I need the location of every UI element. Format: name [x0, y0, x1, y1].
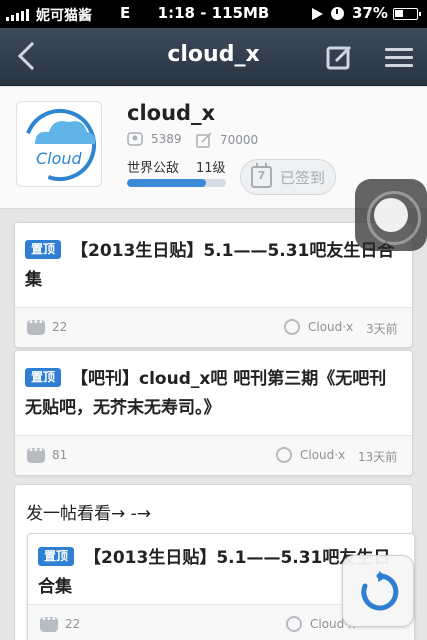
checkin-button[interactable]: 7 已签到 — [240, 159, 336, 195]
pinned-badge: 置顶 — [38, 547, 75, 566]
thread-title: 【2013生日贴】5.1——5.31吧友生日合集 — [25, 241, 395, 290]
reply-count: 22 — [52, 320, 68, 334]
posts-value: 70000 — [220, 133, 259, 147]
members-value: 5389 — [151, 132, 182, 146]
thread-meta: 22 Cloud·x 3天前 — [15, 307, 412, 347]
posts-icon — [196, 132, 212, 148]
post-count: 70000 — [196, 132, 258, 148]
level-title: 世界公敌 — [127, 161, 180, 176]
level-progress-bar — [127, 179, 226, 187]
author-icon — [284, 319, 300, 335]
pinned-badge: 置顶 — [25, 368, 62, 387]
compose-icon[interactable] — [322, 40, 356, 74]
reply-icon — [40, 614, 58, 632]
play-icon — [312, 8, 323, 20]
battery-icon — [393, 8, 421, 20]
refresh-icon — [361, 571, 399, 611]
members-icon — [127, 132, 143, 146]
post-time: 13天前 — [358, 450, 398, 464]
pinned-badge: 置顶 — [25, 240, 62, 259]
post-time: 3天前 — [366, 322, 398, 336]
level-progress-fill — [127, 179, 207, 187]
calendar-icon: 7 — [251, 163, 272, 188]
thread-title: 【吧刊】cloud_x吧 吧刊第三期《无吧刊无贴吧，无芥末无寿司。》 — [25, 369, 387, 418]
assistive-touch-button[interactable] — [355, 179, 427, 251]
reply-icon — [27, 445, 45, 463]
author-name: Cloud·x — [300, 448, 346, 462]
reply-count: 22 — [65, 617, 81, 631]
thread-card[interactable]: 置顶【吧刊】cloud_x吧 吧刊第三期《无吧刊无贴吧，无芥末无寿司。》 81 … — [14, 350, 413, 476]
author-name: Cloud·x — [308, 320, 354, 334]
nav-bar: cloud_x — [0, 28, 427, 86]
thread-card[interactable]: 置顶【2013生日贴】5.1——5.31吧友生日合集 22 Cloud·x 3天… — [14, 222, 413, 348]
forum-avatar[interactable]: Cloud — [16, 101, 102, 187]
alarm-icon — [331, 7, 344, 20]
avatar-logo-text: Cloud — [36, 149, 83, 168]
reply-count: 81 — [52, 448, 68, 462]
thread-title: 【2013生日贴】5.1——5.31吧友生日合集 — [38, 548, 391, 597]
refresh-button[interactable] — [342, 555, 414, 627]
forum-name: cloud_x — [127, 101, 216, 125]
battery-percent: 37% — [352, 4, 388, 22]
thread-title-block: 置顶 【吧刊】cloud_x吧 吧刊第三期《无吧刊无贴吧，无芥末无寿司。》 — [15, 351, 412, 435]
post-prompt-text: 发一帖看看→ -→ — [26, 504, 152, 524]
checkin-label: 已签到 — [280, 168, 326, 187]
author-icon — [276, 447, 292, 463]
thread-title-block: 置顶 【2013生日贴】5.1——5.31吧友生日合集 — [15, 223, 412, 307]
member-count: 5389 — [127, 132, 182, 146]
thread-meta: 81 Cloud·x 13天前 — [15, 435, 412, 475]
status-bar: 妮可猫酱 E 1:18 - 115MB 37% — [0, 0, 427, 28]
level-number: 11级 — [196, 161, 226, 176]
reply-icon — [27, 317, 45, 335]
menu-icon[interactable] — [382, 40, 416, 74]
author-icon — [286, 616, 302, 632]
back-icon[interactable] — [12, 38, 48, 74]
page-title: cloud_x — [167, 42, 260, 67]
